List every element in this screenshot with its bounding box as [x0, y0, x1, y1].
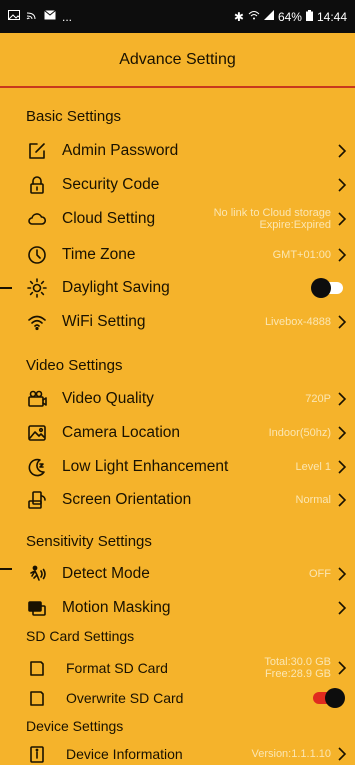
image-icon — [26, 422, 48, 444]
sun-icon — [26, 277, 48, 299]
daylight-saving-toggle[interactable] — [311, 278, 343, 298]
cloud-link-status: No link to Cloud storage — [213, 207, 331, 219]
time-zone-row[interactable]: Time Zone GMT+01:00 — [26, 240, 355, 270]
cloud-setting-row[interactable]: Cloud Setting No link to Cloud storage E… — [26, 204, 355, 234]
time-zone-value: GMT+01:00 — [272, 249, 331, 261]
video-quality-value: 720P — [305, 393, 331, 405]
battery-icon — [305, 9, 313, 24]
chevron-right-icon — [335, 661, 349, 675]
left-edge-marker — [0, 287, 12, 289]
low-light-label: Low Light Enhancement — [62, 458, 229, 475]
page-title: Advance Setting — [119, 50, 236, 68]
chevron-right-icon — [335, 493, 349, 507]
sd-free: Free:28.9 GB — [264, 668, 331, 680]
device-information-label: Device Information — [66, 746, 183, 762]
time-zone-label: Time Zone — [62, 246, 136, 263]
chevron-right-icon — [335, 392, 349, 406]
mask-icon — [26, 597, 48, 619]
sd-card-icon — [26, 657, 48, 679]
info-icon — [26, 743, 48, 765]
motion-masking-label: Motion Masking — [62, 599, 171, 616]
wifi-setting-value: Livebox-4888 — [264, 316, 331, 328]
daylight-saving-row: Daylight Saving — [26, 273, 355, 303]
detect-mode-value: OFF — [309, 568, 331, 580]
screen-orientation-label: Screen Orientation — [62, 491, 192, 508]
overwrite-sd-row: Overwrite SD Card — [26, 683, 355, 713]
overwrite-sd-toggle[interactable] — [313, 688, 345, 708]
screen-orientation-row[interactable]: Screen Orientation Normal — [26, 485, 355, 515]
security-code-label: Security Code — [62, 176, 160, 193]
left-edge-marker — [0, 568, 12, 570]
toggle-knob — [311, 278, 331, 298]
lock-icon — [26, 174, 48, 196]
video-quality-icon — [26, 388, 48, 410]
toggle-knob — [325, 688, 345, 708]
device-information-row[interactable]: Device Information Version:1.1.1.10 — [26, 742, 355, 765]
video-quality-label: Video Quality — [62, 390, 154, 407]
screen-orientation-value: Normal — [295, 494, 331, 506]
motion-masking-row[interactable]: Motion Masking — [26, 593, 355, 623]
chevron-right-icon — [335, 178, 349, 192]
sd-total: Total:30.0 GB — [264, 656, 331, 668]
overwrite-sd-label: Overwrite SD Card — [66, 690, 184, 706]
wifi-setting-row[interactable]: WiFi Setting Livebox-4888 — [26, 307, 355, 337]
detect-mode-row[interactable]: Detect Mode OFF — [26, 559, 355, 589]
cast-icon — [26, 10, 38, 23]
status-dots: ... — [62, 9, 73, 24]
low-light-value: Level 1 — [295, 461, 331, 473]
detect-mode-label: Detect Mode — [62, 565, 150, 582]
gallery-icon — [8, 10, 20, 23]
status-left-icons: ... — [8, 10, 72, 24]
security-code-row[interactable]: Security Code — [26, 170, 355, 200]
admin-password-row[interactable]: Admin Password — [26, 136, 355, 166]
bluetooth-icon: ✱ — [233, 9, 244, 24]
status-right: ✱ 64% 14:44 — [233, 9, 347, 24]
motion-icon — [26, 563, 48, 585]
cloud-expire-status: Expire:Expired — [259, 219, 331, 231]
device-version-value: Version:1.1.1.10 — [251, 748, 331, 760]
app-header: Advance Setting — [0, 33, 355, 88]
cloud-setting-label: Cloud Setting — [62, 210, 156, 227]
low-light-enhancement-row[interactable]: Low Light Enhancement Level 1 — [26, 452, 355, 482]
format-sd-row[interactable]: Format SD Card Total:30.0 GB Free:28.9 G… — [26, 653, 355, 683]
camera-location-value: Indoor(50hz) — [268, 427, 331, 439]
wifi-setting-label: WiFi Setting — [62, 313, 146, 330]
chevron-right-icon — [335, 248, 349, 262]
section-basic-settings: Basic Settings — [26, 108, 122, 125]
status-time: 14:44 — [316, 9, 347, 24]
cloud-icon — [26, 208, 48, 230]
chevron-right-icon — [335, 601, 349, 615]
rotate-icon — [26, 489, 48, 511]
section-sensitivity-settings: Sensitivity Settings — [26, 533, 152, 550]
chevron-right-icon — [335, 567, 349, 581]
section-device-settings: Device Settings — [26, 718, 124, 734]
camera-location-label: Camera Location — [62, 424, 181, 441]
clock-icon — [26, 244, 48, 266]
sd-capacity-value: Total:30.0 GB Free:28.9 GB — [264, 656, 335, 680]
wifi-icon — [26, 311, 48, 333]
mail-icon — [44, 10, 56, 23]
admin-password-label: Admin Password — [62, 142, 179, 159]
signal-icon — [263, 10, 274, 23]
moon-icon — [26, 456, 48, 478]
cloud-setting-value: No link to Cloud storage Expire:Expired — [214, 207, 335, 231]
chevron-right-icon — [335, 426, 349, 440]
status-bar: ... ✱ 64% 14:44 — [0, 0, 355, 33]
chevron-right-icon — [335, 747, 349, 761]
chevron-right-icon — [335, 315, 349, 329]
chevron-right-icon — [335, 144, 349, 158]
wifi-status-icon — [248, 10, 260, 23]
chevron-right-icon — [335, 212, 349, 226]
sd-card-icon — [26, 687, 48, 709]
daylight-saving-label: Daylight Saving — [62, 279, 170, 296]
video-quality-row[interactable]: Video Quality 720P — [26, 384, 355, 414]
format-sd-label: Format SD Card — [66, 660, 168, 676]
camera-location-row[interactable]: Camera Location Indoor(50hz) — [26, 418, 355, 448]
battery-percent: 64% — [277, 9, 302, 24]
section-video-settings: Video Settings — [26, 357, 123, 374]
edit-icon — [26, 140, 48, 162]
chevron-right-icon — [335, 460, 349, 474]
section-sd-card-settings: SD Card Settings — [26, 628, 135, 644]
